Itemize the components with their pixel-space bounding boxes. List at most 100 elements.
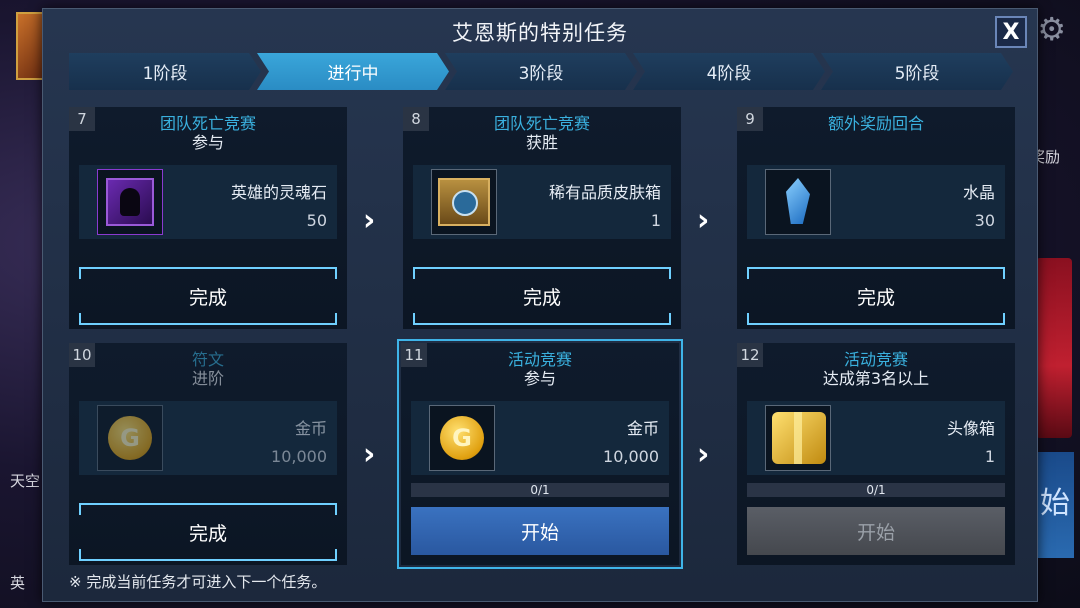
crystal-icon xyxy=(786,178,810,224)
next-arrow-icon: › xyxy=(363,203,376,238)
mission-title: 额外奖励回合 xyxy=(827,114,924,133)
complete-button-label: 完成 xyxy=(188,522,227,545)
complete-button-label: 完成 xyxy=(522,286,561,309)
reward-icon-frame: G xyxy=(97,405,163,471)
mission-subtitle: 进阶 xyxy=(191,369,224,388)
reward-icon-frame xyxy=(765,169,831,235)
frame-corner xyxy=(325,313,337,325)
complete-button[interactable]: 完成 xyxy=(747,267,1005,325)
frame-corner xyxy=(325,549,337,561)
reward-icon-frame xyxy=(765,405,831,471)
complete-button-label: 完成 xyxy=(188,286,227,309)
mission-card-11: 11 活动竞赛 参与 G 金币 10,000 0/1 开始 xyxy=(397,339,683,569)
gear-icon[interactable]: ⚙ xyxy=(1037,10,1066,48)
frame-corner xyxy=(659,267,671,279)
bg-banner-red xyxy=(1036,258,1072,438)
frame-corner xyxy=(79,503,91,515)
stage-tab-2[interactable]: 进行中 xyxy=(257,53,449,90)
gold-coin-icon: G xyxy=(108,416,152,460)
complete-button[interactable]: 完成 xyxy=(413,267,671,325)
frame-corner xyxy=(79,549,91,561)
frame-corner xyxy=(659,313,671,325)
frame-corner xyxy=(325,267,337,279)
mission-card-9: 9 额外奖励回合 水晶 30 完成 xyxy=(737,107,1015,329)
reward-name: 金币 xyxy=(626,419,659,438)
complete-button[interactable]: 完成 xyxy=(79,503,337,561)
frame-corner xyxy=(413,267,425,279)
stage-label: 4阶段 xyxy=(706,64,752,84)
frame-corner xyxy=(413,313,425,325)
start-button-disabled: 开始 xyxy=(747,507,1005,555)
reward-quantity: 10,000 xyxy=(603,447,659,466)
skin-box-icon xyxy=(438,178,490,226)
complete-button-label: 完成 xyxy=(856,286,895,309)
reward-quantity: 1 xyxy=(650,211,661,230)
stage-label: 1阶段 xyxy=(142,64,188,84)
button-frame-top xyxy=(757,267,995,269)
bg-label-hero: 英 xyxy=(10,574,26,592)
frame-corner xyxy=(747,267,759,279)
frame-corner xyxy=(747,313,759,325)
reward-panel: 头像箱 1 xyxy=(747,401,1005,475)
soul-stone-icon xyxy=(106,178,154,226)
mission-card-7: 7 团队死亡竞赛 参与 英雄的灵魂石 50 完成 xyxy=(69,107,347,329)
bg-start-fragment: 始 xyxy=(1036,452,1074,558)
reward-icon-frame xyxy=(97,169,163,235)
stage-tab-4[interactable]: 4阶段 xyxy=(633,53,825,90)
frame-corner xyxy=(79,267,91,279)
reward-icon-frame: G xyxy=(429,405,495,471)
reward-quantity: 30 xyxy=(974,211,995,230)
frame-corner xyxy=(79,313,91,325)
bg-label-sky: 天空 xyxy=(10,472,41,490)
reward-quantity: 1 xyxy=(984,447,995,466)
reward-panel: 稀有品质皮肤箱 1 xyxy=(413,165,671,239)
mission-subtitle: 获胜 xyxy=(525,133,558,152)
reward-name: 头像箱 xyxy=(946,419,995,438)
button-frame-bottom xyxy=(757,323,995,325)
complete-button[interactable]: 完成 xyxy=(79,267,337,325)
special-mission-modal: 艾恩斯的特别任务 X 1阶段 进行中 3阶段 4阶段 5阶段 7 团队死亡竞赛 … xyxy=(42,8,1038,602)
reward-panel: G 金币 10,000 xyxy=(411,401,669,475)
avatar-box-icon xyxy=(772,412,826,464)
mission-card-12: 12 活动竞赛 达成第3名以上 头像箱 1 0/1 开始 xyxy=(737,343,1015,565)
reward-panel: 水晶 30 xyxy=(747,165,1005,239)
reward-name: 稀有品质皮肤箱 xyxy=(548,183,661,202)
mission-card-8: 8 团队死亡竞赛 获胜 稀有品质皮肤箱 1 完成 xyxy=(403,107,681,329)
mission-card-10: 10 符文 进阶 G 金币 10,000 完成 xyxy=(69,343,347,565)
start-button[interactable]: 开始 xyxy=(411,507,669,555)
reward-quantity: 10,000 xyxy=(271,447,327,466)
button-frame-top xyxy=(89,267,327,269)
mission-subtitle: 达成第3名以上 xyxy=(822,369,930,388)
stage-label: 进行中 xyxy=(327,64,379,84)
mission-progress: 0/1 xyxy=(747,483,1005,497)
stage-tab-1[interactable]: 1阶段 xyxy=(69,53,261,90)
bg-start-text: 始 xyxy=(1040,486,1070,521)
stage-label: 3阶段 xyxy=(518,64,564,84)
button-frame-bottom xyxy=(89,323,327,325)
mission-subtitle: 参与 xyxy=(191,133,224,152)
reward-name: 水晶 xyxy=(962,183,995,202)
frame-corner xyxy=(993,267,1005,279)
frame-corner xyxy=(993,313,1005,325)
reward-name: 英雄的灵魂石 xyxy=(230,183,327,202)
mission-progress: 0/1 xyxy=(411,483,669,497)
stage-tab-5[interactable]: 5阶段 xyxy=(821,53,1013,90)
stage-label: 5阶段 xyxy=(894,64,940,84)
next-arrow-icon: › xyxy=(363,437,376,472)
button-frame-top xyxy=(423,267,661,269)
button-frame-bottom xyxy=(423,323,661,325)
footnote: ※ 完成当前任务才可进入下一个任务。 xyxy=(69,573,327,591)
reward-icon-frame xyxy=(431,169,497,235)
gold-coin-icon: G xyxy=(440,416,484,460)
next-arrow-icon: › xyxy=(697,203,710,238)
next-arrow-icon: › xyxy=(697,437,710,472)
close-button[interactable]: X xyxy=(995,16,1027,48)
reward-quantity: 50 xyxy=(306,211,327,230)
frame-corner xyxy=(325,503,337,515)
reward-panel: G 金币 10,000 xyxy=(79,401,337,475)
background-right-panel: ⚙ 始 xyxy=(1035,0,1080,608)
stage-tab-3[interactable]: 3阶段 xyxy=(445,53,637,90)
reward-panel: 英雄的灵魂石 50 xyxy=(79,165,337,239)
mission-subtitle: 参与 xyxy=(523,369,556,388)
modal-title: 艾恩斯的特别任务 xyxy=(452,21,628,45)
